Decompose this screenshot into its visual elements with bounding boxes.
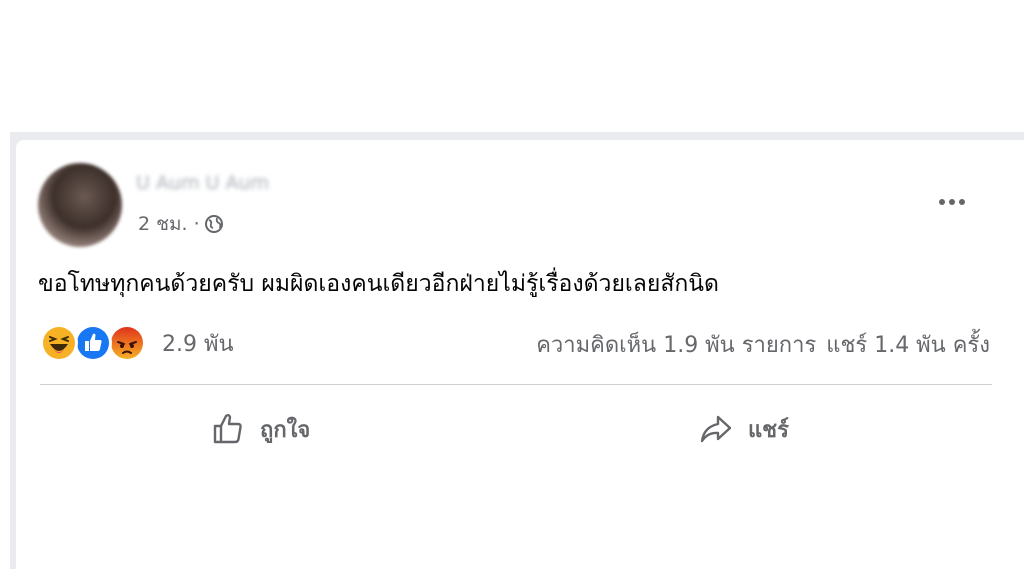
angry-icon: [108, 324, 146, 362]
author-name[interactable]: U Aum U Aum: [136, 172, 344, 198]
reaction-summary[interactable]: 2.9 พัน: [40, 322, 234, 364]
share-button-label: แชร์: [748, 417, 789, 443]
haha-icon: [40, 324, 78, 362]
more-dots-icon: [959, 199, 965, 205]
comment-count-link[interactable]: ความคิดเห็น 1.9 พัน รายการ: [536, 327, 816, 362]
post-meta: 2 ชม. ·: [138, 210, 224, 238]
share-button[interactable]: แชร์: [698, 406, 789, 452]
share-arrow-icon: [700, 415, 732, 443]
more-dots-icon: [939, 199, 945, 205]
reaction-count: 2.9 พัน: [162, 331, 234, 357]
top-blank-area: [0, 0, 1024, 132]
post-time[interactable]: 2 ชม.: [138, 209, 188, 239]
author-avatar[interactable]: [38, 163, 122, 247]
meta-separator: ·: [193, 213, 200, 235]
like-icon: [74, 324, 112, 362]
more-dots-icon: [949, 199, 955, 205]
more-options-button[interactable]: [930, 190, 974, 214]
post-stats: ความคิดเห็น 1.9 พัน รายการ แชร์ 1.4 พัน …: [536, 324, 990, 364]
globe-icon[interactable]: [204, 214, 224, 234]
post-text: ขอโทษทุกคนด้วยครับ ผมผิดเองคนเดียวอีกฝ่า…: [38, 271, 719, 297]
share-count-link[interactable]: แชร์ 1.4 พัน ครั้ง: [826, 327, 990, 362]
like-button[interactable]: ถูกใจ: [210, 406, 310, 452]
thumbs-up-icon: [213, 414, 242, 444]
like-button-label: ถูกใจ: [260, 417, 311, 443]
divider: [40, 384, 992, 385]
